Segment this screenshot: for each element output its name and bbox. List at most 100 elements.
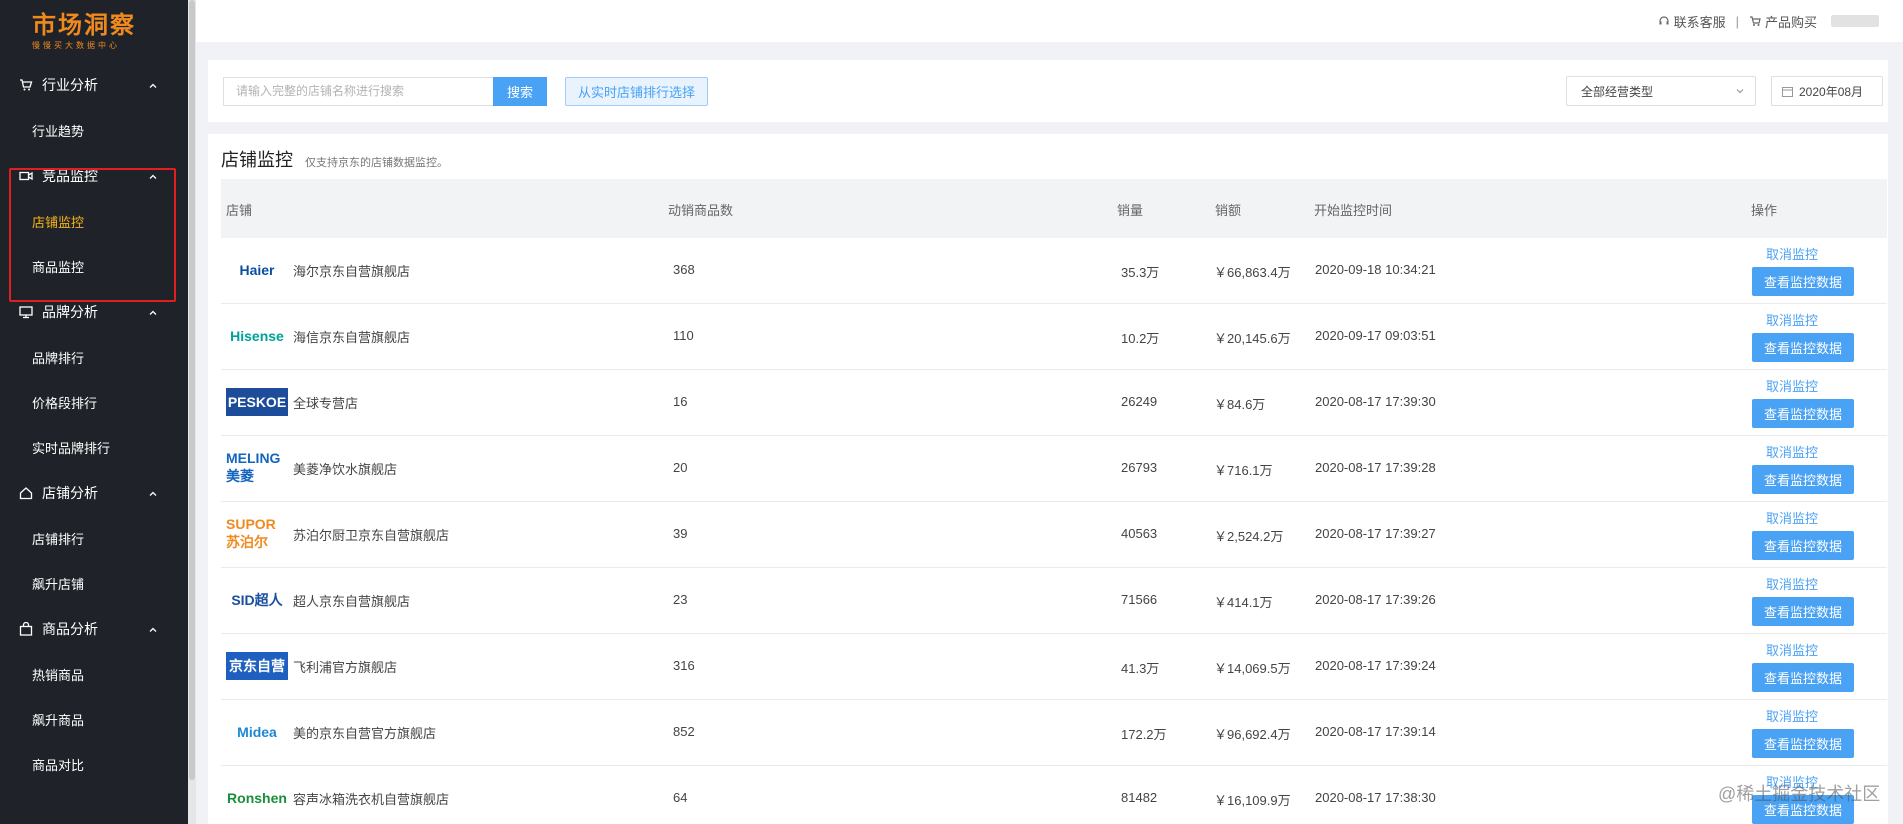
- section-title: 店铺监控: [221, 150, 293, 170]
- chevron-up-icon: [148, 78, 158, 94]
- shop-name: 海信京东自营旗舰店: [293, 329, 411, 345]
- sidebar-item[interactable]: 店铺监控: [0, 199, 188, 244]
- cancel-monitor-link[interactable]: 取消监控: [1766, 244, 1818, 263]
- shop-cell: Haier 海尔京东自营旗舰店: [226, 256, 410, 284]
- shop-logo: Hisense: [226, 322, 288, 350]
- sku-count: 110: [673, 328, 694, 343]
- sku-count: 20: [673, 460, 688, 475]
- view-monitor-data-button[interactable]: 查看监控数据: [1752, 663, 1854, 692]
- sales-revenue: ￥414.1万: [1214, 595, 1273, 610]
- sku-count: 16: [673, 394, 688, 409]
- user-avatar[interactable]: [1831, 15, 1879, 27]
- select-from-rank-button[interactable]: 从实时店铺排行选择: [565, 76, 709, 106]
- sales-volume: 10.2万: [1121, 331, 1160, 346]
- col-skus: 动销商品数: [668, 203, 734, 218]
- sidebar-group-label: 店铺分析: [42, 485, 98, 501]
- shop-cell: PESKOE 全球专营店: [226, 388, 358, 416]
- sku-count: 39: [673, 526, 688, 541]
- sales-revenue: ￥14,069.5万: [1214, 661, 1291, 676]
- sku-count: 368: [673, 262, 695, 277]
- sales-volume: 41.3万: [1121, 661, 1160, 676]
- contact-support-link[interactable]: 联系客服: [1658, 12, 1726, 31]
- cancel-monitor-link[interactable]: 取消监控: [1766, 442, 1818, 461]
- sidebar-group-4[interactable]: 商品分析: [0, 606, 188, 652]
- sidebar-group-0[interactable]: 行业分析: [0, 62, 188, 108]
- view-monitor-data-button[interactable]: 查看监控数据: [1752, 267, 1854, 296]
- sidebar-item[interactable]: 商品对比: [0, 742, 188, 787]
- logo-title: 市场洞察: [32, 12, 136, 39]
- cancel-monitor-link[interactable]: 取消监控: [1766, 376, 1818, 395]
- scrollbar-thumb[interactable]: [189, 0, 195, 780]
- shop-name: 超人京东自营旗舰店: [293, 593, 411, 609]
- cancel-monitor-link[interactable]: 取消监控: [1766, 508, 1818, 527]
- sales-revenue: ￥2,524.2万: [1214, 529, 1284, 544]
- month-picker[interactable]: 2020年08月: [1771, 76, 1883, 106]
- shop-search-input[interactable]: [223, 76, 493, 106]
- col-shop: 店铺: [226, 203, 253, 218]
- sales-volume: 172.2万: [1121, 727, 1167, 742]
- shop-logo: 京东自营: [226, 652, 288, 680]
- monitor-start-time: 2020-09-17 09:03:51: [1315, 328, 1436, 343]
- sales-revenue: ￥20,145.6万: [1214, 331, 1291, 346]
- sidebar-group-1[interactable]: 竞品监控: [0, 153, 188, 199]
- shop-monitor-card: 店铺监控 仅支持京东的店铺数据监控。 店铺 动销商品数 销量 销额 开始监控时间…: [208, 134, 1888, 824]
- shop-cell: SID超人 超人京东自营旗舰店: [226, 586, 410, 614]
- monitor-start-time: 2020-08-17 17:39:14: [1315, 724, 1436, 739]
- logo: 市场洞察 慢慢买大数据中心: [0, 0, 188, 62]
- sales-revenue: ￥716.1万: [1214, 463, 1273, 478]
- contact-support-label: 联系客服: [1673, 14, 1726, 30]
- business-type-select[interactable]: 全部经营类型: [1566, 76, 1756, 106]
- sidebar-item[interactable]: 热销商品: [0, 652, 188, 697]
- col-start-time: 开始监控时间: [1314, 203, 1393, 218]
- monitor-start-time: 2020-08-17 17:39:30: [1315, 394, 1436, 409]
- col-actions: 操作: [1751, 203, 1778, 218]
- shop-name: 海尔京东自营旗舰店: [293, 263, 411, 279]
- sales-revenue: ￥66,863.4万: [1214, 265, 1291, 280]
- sidebar-item[interactable]: 价格段排行: [0, 380, 188, 425]
- cancel-monitor-link[interactable]: 取消监控: [1766, 574, 1818, 593]
- topbar-separator: |: [1735, 13, 1739, 29]
- shop-logo: Haier: [226, 256, 288, 284]
- sidebar-item[interactable]: 商品监控: [0, 244, 188, 289]
- shop-logo: Midea: [226, 718, 288, 746]
- shop-logo: MELING美菱: [226, 450, 288, 484]
- view-monitor-data-button[interactable]: 查看监控数据: [1752, 531, 1854, 560]
- chevron-up-icon: [148, 305, 158, 321]
- sales-volume: 35.3万: [1121, 265, 1160, 280]
- sales-revenue: ￥16,109.9万: [1214, 793, 1291, 808]
- buy-product-link[interactable]: 产品购买: [1749, 12, 1817, 31]
- sidebar-group-2[interactable]: 品牌分析: [0, 289, 188, 335]
- month-value: 2020年08月: [1799, 84, 1864, 99]
- sidebar-item[interactable]: 实时品牌排行: [0, 425, 188, 470]
- cancel-monitor-link[interactable]: 取消监控: [1766, 706, 1818, 725]
- sidebar-item[interactable]: 品牌排行: [0, 335, 188, 380]
- chevron-up-icon: [148, 169, 158, 185]
- view-monitor-data-button[interactable]: 查看监控数据: [1752, 597, 1854, 626]
- monitor-start-time: 2020-08-17 17:39:26: [1315, 592, 1436, 607]
- monitor-start-time: 2020-08-17 17:39:24: [1315, 658, 1436, 673]
- cancel-monitor-link[interactable]: 取消监控: [1766, 310, 1818, 329]
- shop-cell: SUPOR苏泊尔 苏泊尔厨卫京东自营旗舰店: [226, 516, 449, 550]
- shop-name: 全球专营店: [293, 395, 359, 411]
- monitor-start-time: 2020-08-17 17:39:28: [1315, 460, 1436, 475]
- search-button[interactable]: 搜索: [493, 76, 547, 106]
- sidebar-group-label: 商品分析: [42, 621, 98, 637]
- view-monitor-data-button[interactable]: 查看监控数据: [1752, 333, 1854, 362]
- sidebar-item[interactable]: 店铺排行: [0, 516, 188, 561]
- sales-revenue: ￥84.6万: [1214, 397, 1266, 412]
- sidebar-group-3[interactable]: 店铺分析: [0, 470, 188, 516]
- view-monitor-data-button[interactable]: 查看监控数据: [1752, 399, 1854, 428]
- table-header: 店铺 动销商品数 销量 销额 开始监控时间 操作: [221, 179, 1887, 238]
- shop-name: 美菱净饮水旗舰店: [293, 461, 398, 477]
- sidebar-item[interactable]: 飙升店铺: [0, 561, 188, 606]
- sidebar-group-label: 竞品监控: [42, 168, 98, 184]
- sidebar-item[interactable]: 行业趋势: [0, 108, 188, 153]
- table-row: Haier 海尔京东自营旗舰店 368 35.3万 ￥66,863.4万 2020-09-…: [221, 238, 1887, 304]
- sidebar-scrollbar[interactable]: [188, 0, 196, 824]
- cancel-monitor-link[interactable]: 取消监控: [1766, 640, 1818, 659]
- sidebar-item[interactable]: 飙升商品: [0, 697, 188, 742]
- view-monitor-data-button[interactable]: 查看监控数据: [1752, 729, 1854, 758]
- sales-revenue: ￥96,692.4万: [1214, 727, 1291, 742]
- logo-subtitle: 慢慢买大数据中心: [32, 41, 120, 50]
- view-monitor-data-button[interactable]: 查看监控数据: [1752, 465, 1854, 494]
